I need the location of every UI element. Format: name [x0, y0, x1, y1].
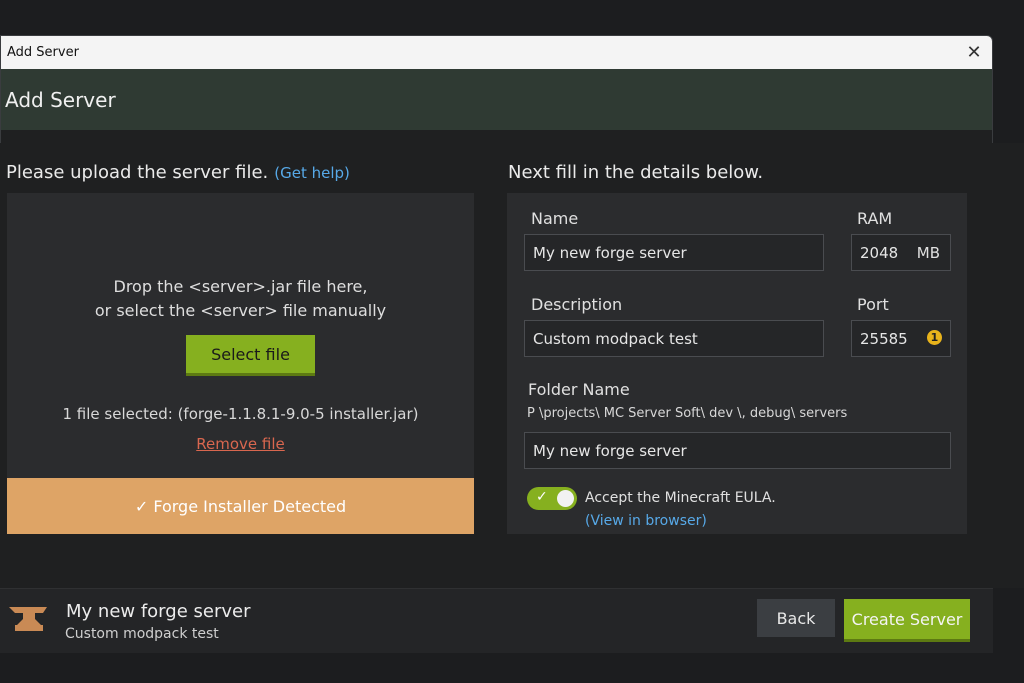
- folder-path-text: P \projects\ MC Server Soft\ dev \, debu…: [527, 406, 848, 421]
- page-header: Add Server: [1, 69, 992, 130]
- file-dropzone[interactable]: Drop the <server>.jar file here, or sele…: [7, 193, 474, 478]
- get-help-link[interactable]: (Get help): [274, 164, 350, 182]
- drop-instructions: Drop the <server>.jar file here, or sele…: [7, 275, 474, 323]
- ram-value: 2048: [860, 243, 899, 262]
- drop-line-2: or select the <server> file manually: [94, 301, 387, 320]
- ram-label: RAM: [857, 209, 893, 228]
- footer-bar: My new forge server Custom modpack test …: [0, 588, 993, 653]
- port-value: 25585: [860, 329, 908, 348]
- select-file-button[interactable]: Select file: [186, 335, 315, 373]
- remove-file-link[interactable]: Remove file: [7, 435, 474, 453]
- toggle-knob: [557, 490, 574, 507]
- upload-title-text: Please upload the server file.: [6, 162, 269, 183]
- anvil-icon: [9, 607, 47, 631]
- upload-section-title: Please upload the server file. (Get help): [6, 162, 350, 183]
- footer-server-description: Custom modpack test: [65, 626, 219, 642]
- check-icon: ✓: [536, 489, 548, 505]
- eula-label: Accept the Minecraft EULA.: [585, 490, 776, 506]
- page-title: Add Server: [5, 87, 116, 112]
- ram-unit: MB: [916, 243, 940, 262]
- folder-name-label: Folder Name: [528, 380, 630, 399]
- folder-name-field[interactable]: My new forge server: [524, 432, 951, 469]
- warning-icon: 1: [927, 330, 942, 345]
- create-server-button[interactable]: Create Server: [844, 599, 970, 639]
- name-field[interactable]: My new forge server: [524, 234, 824, 271]
- window-title: Add Server: [7, 45, 79, 60]
- details-section-title: Next fill in the details below.: [508, 162, 764, 183]
- title-bar: Add Server ✕: [1, 36, 992, 69]
- selected-file-text: 1 file selected: (forge-1.1.8.1-9.0-5 in…: [62, 405, 419, 423]
- footer-server-name: My new forge server: [66, 601, 251, 622]
- eula-toggle[interactable]: ✓: [527, 487, 577, 510]
- port-field[interactable]: 25585 1: [851, 320, 951, 357]
- description-label: Description: [531, 295, 623, 314]
- port-label: Port: [857, 295, 889, 314]
- view-eula-link[interactable]: (View in browser): [585, 513, 707, 529]
- back-button[interactable]: Back: [757, 599, 835, 637]
- name-label: Name: [531, 209, 579, 228]
- drop-line-1: Drop the <server>.jar file here,: [113, 277, 368, 296]
- ram-field[interactable]: 2048 MB: [851, 234, 951, 271]
- close-icon[interactable]: ✕: [962, 42, 986, 63]
- forge-detected-banner: ✓ Forge Installer Detected: [7, 478, 474, 534]
- content-area: Please upload the server file. (Get help)…: [0, 143, 1024, 588]
- description-field[interactable]: Custom modpack test: [524, 320, 824, 357]
- details-form: Name My new forge server RAM 2048 MB Des…: [507, 193, 967, 534]
